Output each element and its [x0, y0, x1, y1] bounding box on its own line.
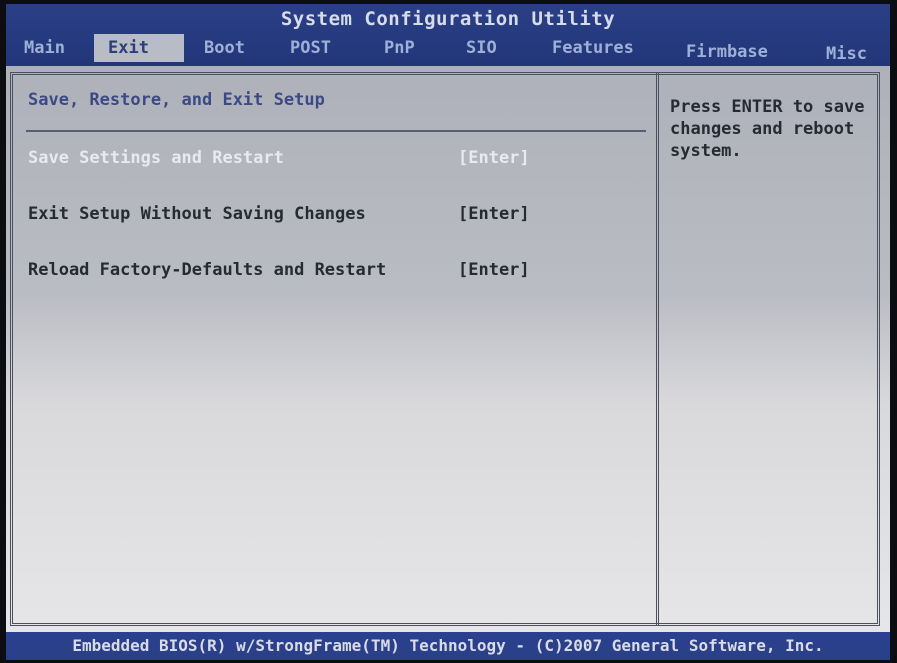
- menu-item-save-restart[interactable]: Save Settings and Restart: [28, 148, 284, 168]
- tab-pnp[interactable]: PnP: [384, 34, 434, 62]
- utility-title: System Configuration Utility: [280, 8, 616, 30]
- menu-key-reload-defaults: [Enter]: [458, 260, 530, 280]
- main-panel: Save, Restore, and Exit Setup Save Setti…: [6, 66, 890, 632]
- tab-features[interactable]: Features: [552, 34, 652, 62]
- bios-screen: System Configuration Utility Main Exit B…: [6, 4, 890, 660]
- tab-exit[interactable]: Exit: [94, 34, 184, 62]
- tab-firmbase[interactable]: Firmbase: [686, 38, 776, 66]
- menu-item-reload-defaults[interactable]: Reload Factory-Defaults and Restart: [28, 260, 386, 280]
- tab-main[interactable]: Main: [24, 34, 80, 62]
- menu-key-save-restart: [Enter]: [458, 148, 530, 168]
- tab-post[interactable]: POST: [290, 34, 344, 62]
- section-title: Save, Restore, and Exit Setup: [28, 90, 325, 110]
- copyright-text: Embedded BIOS(R) w/StrongFrame(TM) Techn…: [72, 636, 824, 655]
- menu-item-exit-without-saving[interactable]: Exit Setup Without Saving Changes: [28, 204, 366, 224]
- tab-boot[interactable]: Boot: [204, 34, 258, 62]
- footer-bar: Embedded BIOS(R) w/StrongFrame(TM) Techn…: [6, 632, 890, 660]
- section-divider: [26, 130, 646, 132]
- help-divider: [656, 72, 659, 626]
- header-bar: System Configuration Utility Main Exit B…: [6, 4, 890, 66]
- tab-sio[interactable]: SIO: [466, 34, 516, 62]
- tab-bar: Main Exit Boot POST PnP SIO Features Fir…: [6, 34, 890, 64]
- menu-key-exit-without-saving: [Enter]: [458, 204, 530, 224]
- help-text: Press ENTER to save changes and reboot s…: [670, 97, 865, 161]
- tab-misc[interactable]: Misc: [826, 40, 880, 68]
